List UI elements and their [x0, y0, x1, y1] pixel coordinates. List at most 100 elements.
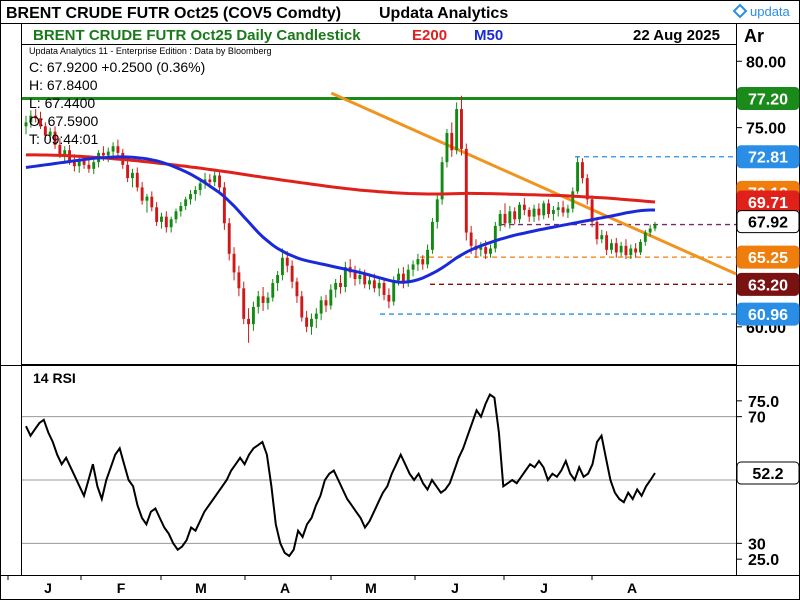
candle-body — [484, 247, 488, 254]
candle-body — [63, 150, 67, 155]
candle-body — [314, 313, 318, 319]
candle-body — [290, 265, 294, 282]
candle-body — [160, 216, 163, 222]
level-pill-label: 72.81 — [748, 150, 788, 167]
candle-body — [580, 162, 584, 179]
level-pill-label: 65.25 — [748, 250, 788, 267]
candle-body — [363, 275, 367, 285]
candle-body — [614, 243, 618, 253]
candle-body — [319, 300, 323, 314]
candle-body — [532, 208, 536, 217]
candle-body — [392, 280, 396, 302]
candle-body — [518, 204, 521, 220]
candle-body — [24, 122, 28, 127]
candle-body — [368, 280, 371, 285]
candle-body — [130, 172, 134, 179]
candle-body — [619, 245, 623, 253]
candle-body — [353, 272, 357, 280]
candle-body — [508, 211, 512, 224]
outer-frame — [0, 0, 800, 600]
level-pill-label: 60.96 — [748, 307, 788, 324]
candle-body — [106, 151, 110, 156]
candle-body — [310, 318, 313, 327]
candle-body — [266, 297, 270, 303]
high-readout: H: 67.8400 — [29, 77, 98, 93]
candle-body — [135, 172, 139, 188]
ma-short-label: M50 — [474, 27, 503, 44]
candle-body — [174, 211, 178, 220]
candle-body — [256, 296, 260, 307]
candle-body — [411, 264, 415, 270]
month-label: J — [451, 580, 459, 596]
candle-body — [503, 213, 507, 224]
candle-body — [276, 275, 280, 284]
candle-body — [595, 221, 599, 240]
vendor-name: Updata Analytics — [379, 5, 508, 22]
axis-corner-label: Ar — [744, 26, 764, 46]
candle-body — [387, 294, 391, 302]
candle-body — [634, 248, 638, 253]
candle-body — [247, 318, 251, 325]
candle-body — [339, 283, 342, 287]
candle-body — [653, 224, 657, 229]
candle-body — [556, 207, 560, 210]
rsi-last-label: 52.2 — [752, 466, 783, 483]
candle-body — [430, 221, 434, 250]
candle-body — [300, 296, 304, 318]
candle-body — [150, 196, 154, 208]
candle-body — [600, 235, 604, 240]
close-readout: C: 67.9200 +0.2500 (0.36%) — [29, 59, 205, 75]
candle-body — [639, 241, 642, 253]
candle-body — [155, 207, 159, 222]
candle-body — [358, 275, 362, 280]
chart-date: 22 Aug 2025 — [633, 27, 720, 44]
candle-body — [469, 232, 473, 246]
candle-body — [242, 288, 246, 319]
rsi-tick-label: 30 — [748, 536, 766, 553]
candle-body — [227, 223, 231, 254]
month-label: A — [627, 580, 637, 596]
candle-body — [547, 203, 551, 214]
rsi-tick-label: 75.0 — [748, 394, 779, 411]
candle-body — [261, 296, 265, 303]
candle-body — [498, 213, 502, 226]
candle-body — [169, 219, 173, 228]
candle-body — [271, 283, 275, 298]
candle-body — [566, 208, 570, 213]
rsi-value-label: 52.2 — [736, 461, 800, 485]
chart-canvas: BRENT CRUDE FUTR Oct25 (COV5 Comdty) Upd… — [0, 0, 800, 600]
candle-body — [218, 175, 221, 188]
candle-body — [237, 272, 241, 289]
candle-body — [126, 164, 130, 179]
candle-body — [193, 190, 197, 195]
candle-body — [179, 205, 183, 212]
candle-body — [629, 248, 633, 256]
candle-body — [324, 300, 328, 306]
page-title: BRENT CRUDE FUTR Oct25 (COV5 Comdty) — [6, 5, 341, 22]
candle-body — [551, 209, 555, 214]
candle-body — [184, 199, 188, 206]
candle-body — [561, 207, 565, 213]
candle-body — [92, 162, 96, 169]
month-label: M — [365, 580, 377, 596]
candle-body — [455, 109, 459, 151]
candle-body — [513, 211, 517, 220]
candle-body — [643, 232, 647, 242]
candle-body — [527, 209, 531, 217]
candle-body — [251, 306, 255, 325]
candle-body — [82, 160, 86, 165]
candle-body — [460, 109, 463, 149]
candle-body — [571, 191, 575, 209]
candle-body — [624, 245, 628, 256]
level-pill-label: 67.92 — [748, 215, 788, 232]
price-tick-label: 75.00 — [746, 121, 786, 138]
candle-body — [416, 259, 420, 265]
candle-body — [87, 164, 91, 169]
candle-body — [116, 146, 120, 153]
candle-body — [198, 183, 202, 191]
candle-body — [305, 317, 309, 327]
month-label: J — [540, 580, 548, 596]
candle-body — [576, 162, 580, 192]
time-readout: T: 09:44:01 — [29, 131, 98, 147]
month-label: F — [117, 580, 126, 596]
